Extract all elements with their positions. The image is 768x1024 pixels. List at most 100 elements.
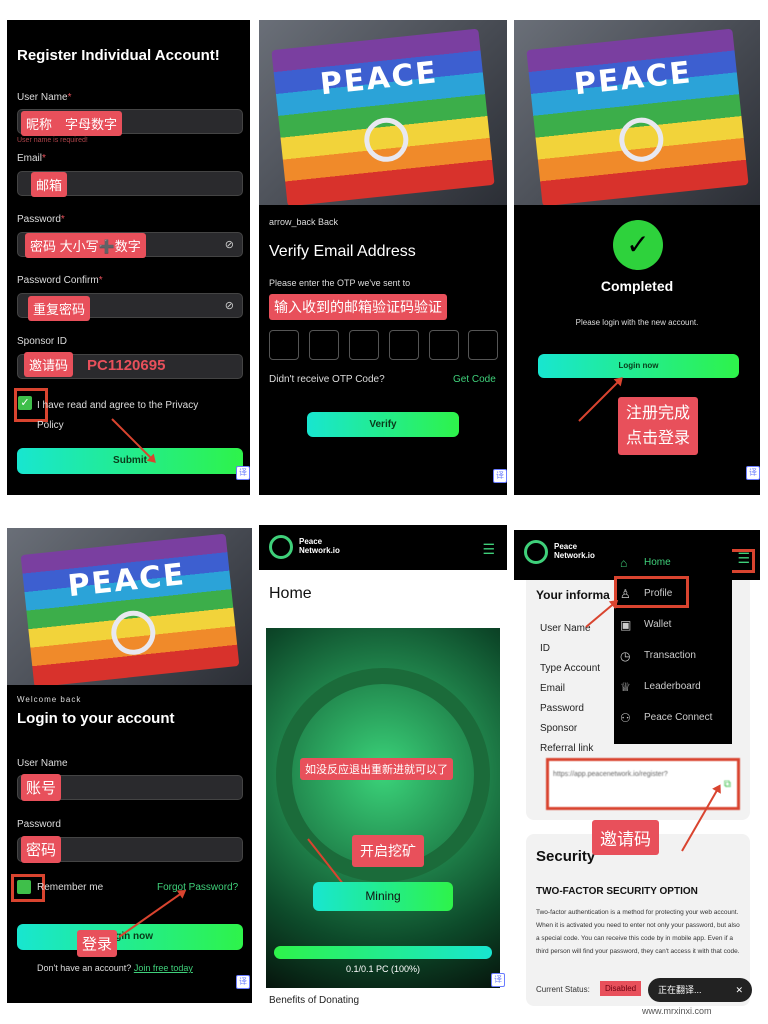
retry-annotation: 如没反应退出重新进就可以了	[300, 758, 453, 780]
trophy-icon: ♕	[620, 680, 631, 694]
peace-flag-photo: PEACE	[514, 20, 760, 205]
profile-highlight	[614, 576, 689, 608]
profile-screen: Your informa User Name ID Type Account E…	[514, 530, 760, 1022]
login-annotation: 登录	[77, 930, 118, 957]
peace-flag-photo: PEACE	[259, 20, 507, 205]
info-row-username: User Name	[540, 623, 591, 634]
eye-off-icon[interactable]: ⊘	[225, 238, 234, 251]
status-label: Current Status:	[536, 985, 590, 994]
username-annotation: 昵称 字母数字	[21, 111, 123, 136]
translate-icon[interactable]: 译	[236, 975, 250, 989]
translate-icon[interactable]: 译	[236, 466, 250, 480]
password-annotation: 密码	[21, 836, 62, 863]
progress-text: 0.1/0.1 PC (100%)	[345, 964, 421, 974]
translate-icon[interactable]: 译	[746, 466, 760, 480]
translate-icon[interactable]: 译	[491, 973, 505, 987]
status-badge: Disabled	[600, 981, 642, 996]
mining-annotation: 开启挖矿	[352, 835, 424, 867]
wallet-icon: ▣	[620, 618, 632, 632]
username-label: User Name*	[17, 92, 72, 103]
otp-digit-6[interactable]	[468, 330, 498, 360]
info-row-type: Type Account	[540, 663, 601, 674]
otp-digit-1[interactable]	[269, 330, 299, 360]
copy-icon[interactable]: ⧉	[724, 779, 731, 790]
username-annotation: 账号	[21, 774, 62, 801]
watermark: www.mrxinxi.com	[642, 1006, 712, 1016]
sponsor-label: Sponsor ID	[17, 336, 68, 347]
logo-text: Peace Network.io	[554, 542, 595, 560]
app-header: Peace Network.io ☰	[259, 525, 507, 570]
login-screen: PEACE Welcome back Login to your account…	[7, 528, 252, 1003]
mining-card: 如没反应退出重新进就可以了 开启挖矿 Mining 0.1/0.1 PC (10…	[266, 628, 500, 988]
verify-button[interactable]: Verify	[307, 412, 459, 437]
submit-button[interactable]: Submit	[17, 448, 243, 474]
remember-label: Remember me	[37, 882, 104, 893]
info-row-password: Password	[540, 703, 584, 714]
forgot-password-link[interactable]: Forgot Password?	[157, 882, 238, 893]
register-title: Register Individual Account!	[17, 47, 220, 64]
security-title: Security	[536, 848, 596, 865]
benefits-heading: Benefits of Donating	[269, 995, 360, 1006]
otp-annotation: 输入收到的邮箱验证码验证	[269, 294, 447, 320]
mining-button[interactable]: Mining	[313, 882, 453, 911]
otp-digit-5[interactable]	[429, 330, 459, 360]
register-screen: Register Individual Account! User Name* …	[7, 20, 250, 495]
menu-item-label: Transaction	[644, 650, 696, 661]
password-label: Password	[17, 819, 61, 830]
agree-text: I have read and agree to the Privacy Pol…	[37, 400, 199, 431]
home-screen: Peace Network.io ☰ Home 如没反应退出重新进就可以了 开启挖…	[259, 525, 507, 1020]
menu-item-label: Leaderboard	[644, 681, 701, 692]
completed-message: Please login with the new account.	[575, 318, 699, 327]
eye-off-icon[interactable]: ⊘	[225, 299, 234, 312]
peace-logo-icon[interactable]	[524, 540, 548, 564]
completed-title: Completed	[600, 278, 674, 294]
email-label: Email*	[17, 153, 46, 164]
twofa-title: TWO-FACTOR SECURITY OPTION	[536, 886, 698, 897]
password-annotation: 密码 大小写➕数字	[25, 233, 146, 258]
otp-digit-2[interactable]	[309, 330, 339, 360]
menu-item-transaction[interactable]: ◷ Transaction	[614, 641, 732, 671]
menu-item-leaderboard[interactable]: ♕ Leaderboard	[614, 672, 732, 702]
translating-toast[interactable]: 正在翻译... ✕	[648, 978, 752, 1002]
hamburger-highlight	[729, 549, 755, 573]
verify-title: Verify Email Address	[269, 243, 416, 260]
peace-flag-photo: PEACE	[7, 528, 252, 685]
password-label: Password*	[17, 214, 65, 225]
completed-annotation: 注册完成 点击登录	[618, 397, 699, 455]
info-row-sponsor: Sponsor	[540, 723, 578, 734]
sponsor-annotation: 邀请码	[24, 352, 74, 377]
clock-icon: ◷	[620, 649, 631, 663]
menu-item-home[interactable]: ⌂ Home	[614, 548, 732, 578]
twofa-description: Two-factor authentication is a method fo…	[536, 909, 740, 955]
mining-progress-bar	[274, 946, 492, 959]
username-error: User name is required!	[17, 137, 88, 144]
email-annotation: 邮箱	[31, 172, 68, 197]
menu-item-label: Wallet	[644, 619, 672, 630]
menu-item-peace-connect[interactable]: ⚇ Peace Connect	[614, 703, 732, 733]
logo-text: Peace Network.io	[299, 537, 340, 555]
confirm-annotation: 重复密码	[28, 296, 91, 321]
completed-screen: PEACE ✓ Completed Please login with the …	[514, 20, 760, 495]
menu-item-wallet[interactable]: ▣ Wallet	[614, 610, 732, 640]
otp-digit-4[interactable]	[389, 330, 419, 360]
otp-digit-3[interactable]	[349, 330, 379, 360]
translate-icon[interactable]: 译	[493, 469, 507, 483]
welcome-text: Welcome back	[17, 695, 82, 704]
close-icon[interactable]: ✕	[735, 978, 743, 1002]
menu-item-label: Peace Connect	[644, 712, 713, 723]
home-icon: ⌂	[620, 556, 628, 570]
verify-screen: PEACE arrow_back Back Verify Email Addre…	[259, 20, 507, 495]
join-link[interactable]: Join free today	[134, 963, 193, 973]
resend-prompt: Didn't receive OTP Code?	[269, 374, 385, 385]
annotation-arrow	[578, 377, 623, 422]
login-now-button[interactable]: Login now	[538, 354, 739, 378]
info-row-referral: Referral link	[540, 743, 594, 754]
back-link[interactable]: arrow_back Back	[269, 217, 338, 227]
menu-item-label: Home	[644, 557, 671, 568]
hamburger-menu-icon[interactable]: ☰	[482, 541, 495, 558]
sponsor-code: PC1120695	[87, 357, 166, 374]
info-title: Your informa	[536, 588, 610, 602]
page-title: Home	[269, 585, 312, 602]
peace-logo-icon[interactable]	[269, 535, 293, 559]
get-code-link[interactable]: Get Code	[453, 374, 496, 385]
